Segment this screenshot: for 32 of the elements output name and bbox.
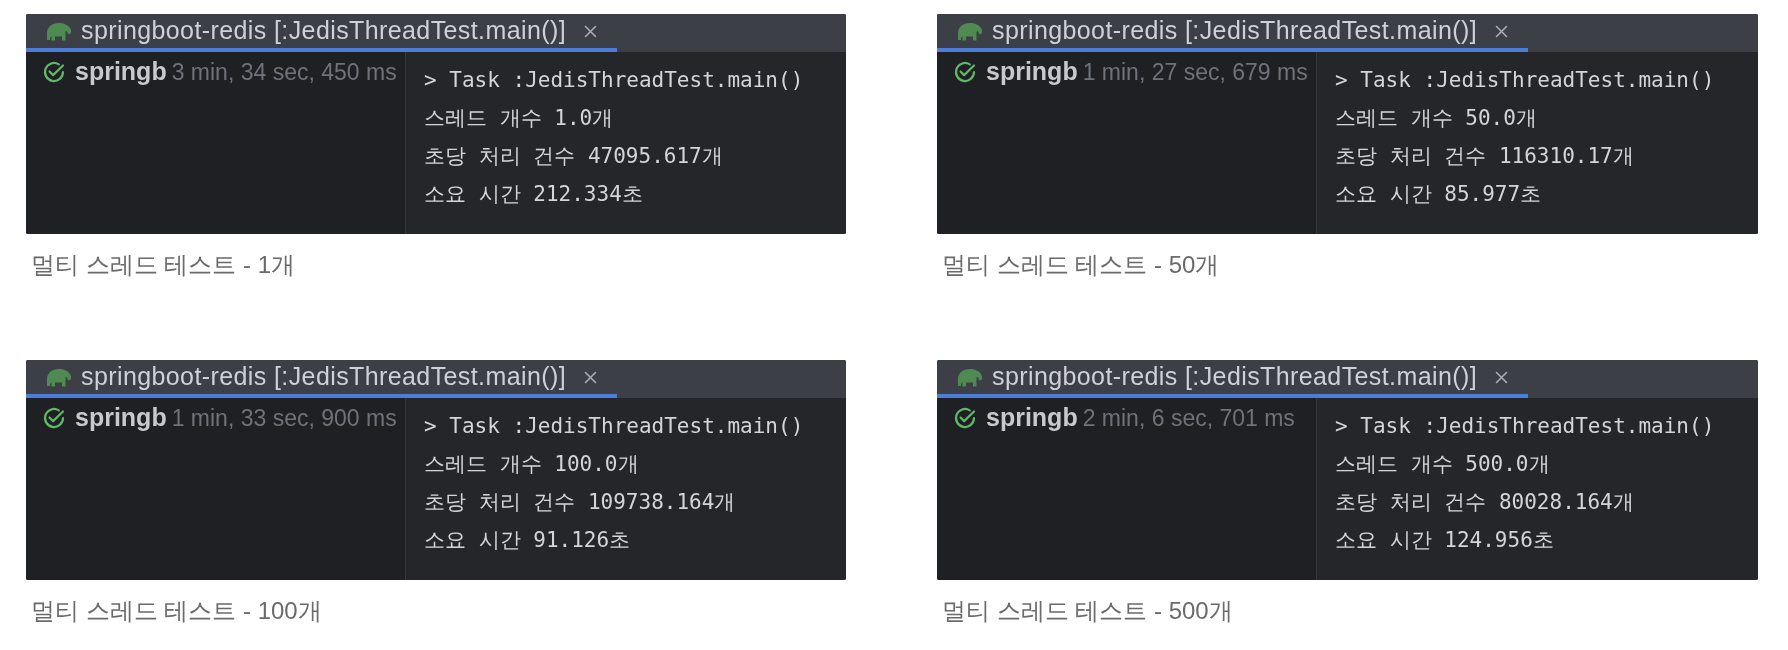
console-line: 스레드 개수 100.0개 bbox=[424, 451, 639, 478]
console-line: 초당 처리 건수 109738.164개 bbox=[424, 489, 736, 516]
run-duration: 1 min, 27 sec, 679 ms bbox=[1082, 57, 1308, 87]
console-line: > Task :JedisThreadTest.main() bbox=[1335, 413, 1715, 440]
close-icon[interactable] bbox=[584, 370, 598, 384]
console-line: 소요 시간 85.977초 bbox=[1335, 181, 1542, 208]
console-line: 스레드 개수 500.0개 bbox=[1335, 451, 1550, 478]
run-name[interactable]: springb bbox=[986, 53, 1078, 91]
console-line: 소요 시간 91.126초 bbox=[424, 527, 631, 554]
console-line: 초당 처리 건수 116310.17개 bbox=[1335, 143, 1634, 170]
caption: 멀티 스레드 테스트 - 500개 bbox=[942, 596, 1233, 626]
console-line: 초당 처리 건수 80028.164개 bbox=[1335, 489, 1634, 516]
console-line: 스레드 개수 1.0개 bbox=[424, 105, 614, 132]
run-duration: 2 min, 6 sec, 701 ms bbox=[1082, 403, 1295, 433]
console-line: 소요 시간 212.334초 bbox=[424, 181, 643, 208]
run-duration: 1 min, 33 sec, 900 ms bbox=[171, 403, 397, 433]
run-name[interactable]: springb bbox=[75, 399, 167, 437]
run-duration: 3 min, 34 sec, 450 ms bbox=[171, 57, 397, 87]
caption: 멀티 스레드 테스트 - 1개 bbox=[31, 250, 295, 280]
close-icon[interactable] bbox=[1495, 370, 1509, 384]
console-line: > Task :JedisThreadTest.main() bbox=[1335, 67, 1715, 94]
run-name[interactable]: springb bbox=[986, 399, 1078, 437]
close-icon[interactable] bbox=[584, 24, 598, 38]
console-line: 스레드 개수 50.0개 bbox=[1335, 105, 1537, 132]
run-name[interactable]: springb bbox=[75, 53, 167, 91]
caption: 멀티 스레드 테스트 - 100개 bbox=[31, 596, 322, 626]
caption: 멀티 스레드 테스트 - 50개 bbox=[942, 250, 1220, 280]
close-icon[interactable] bbox=[1495, 24, 1509, 38]
console-line: 소요 시간 124.956초 bbox=[1335, 527, 1554, 554]
console-line: > Task :JedisThreadTest.main() bbox=[424, 413, 804, 440]
console-line: 초당 처리 건수 47095.617개 bbox=[424, 143, 723, 170]
console-line: > Task :JedisThreadTest.main() bbox=[424, 67, 804, 94]
